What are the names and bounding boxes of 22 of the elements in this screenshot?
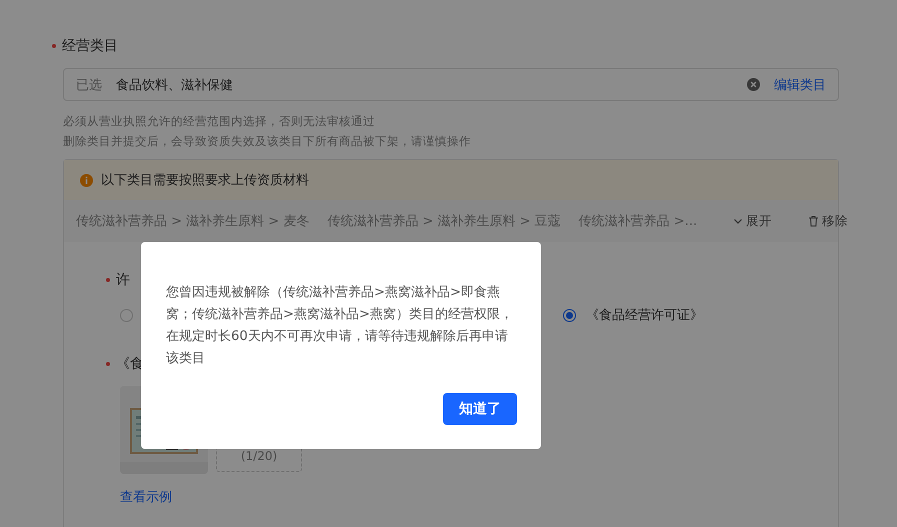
category-path: 传统滋补营养品 >... <box>578 213 698 230</box>
category-path: 传统滋补营养品 > 滋补养生原料 > 豆蔻 <box>327 213 561 230</box>
remove-button[interactable]: 移除 <box>808 212 848 230</box>
radio-label: 《食品经营许可证》 <box>586 307 703 324</box>
hint-text: 删除类目并提交后，会导致资质失效及该类目下所有商品被下架，请谨慎操作 <box>63 133 472 149</box>
confirm-button[interactable]: 知道了 <box>443 393 517 425</box>
field-label: 经营类目 <box>62 37 118 55</box>
expand-button[interactable]: 展开 <box>733 212 772 230</box>
dialog-message: 您曾因违规被解除（传统滋补营养品>燕窝滋补品>即食燕窝；传统滋补营养品>燕窝滋补品>燕窝）类目的经营权限，在规定时长60天内不可再次申请，请等待违规解除后再申请该类目 <box>166 284 514 368</box>
category-field[interactable]: 已选 食品饮料、滋补保健 编辑类目 <box>63 68 839 101</box>
chevron-down-icon <box>733 216 744 226</box>
edit-category-link[interactable]: 编辑类目 <box>774 76 826 94</box>
hint-text: 必须从营业执照允许的经营范围内选择，否则无法审核通过 <box>63 113 376 129</box>
field-label: 许 <box>116 271 130 289</box>
trash-icon <box>808 215 820 227</box>
info-icon <box>80 174 93 186</box>
radio-button[interactable] <box>563 308 576 322</box>
view-example-link[interactable]: 查看示例 <box>120 490 172 505</box>
category-path: 传统滋补营养品 > 滋补养生原料 > 麦冬 <box>76 213 310 230</box>
clear-icon[interactable] <box>747 78 760 91</box>
notice-text: 以下类目需要按照要求上传资质材料 <box>101 172 309 189</box>
upload-count: (1/20) <box>240 449 278 463</box>
